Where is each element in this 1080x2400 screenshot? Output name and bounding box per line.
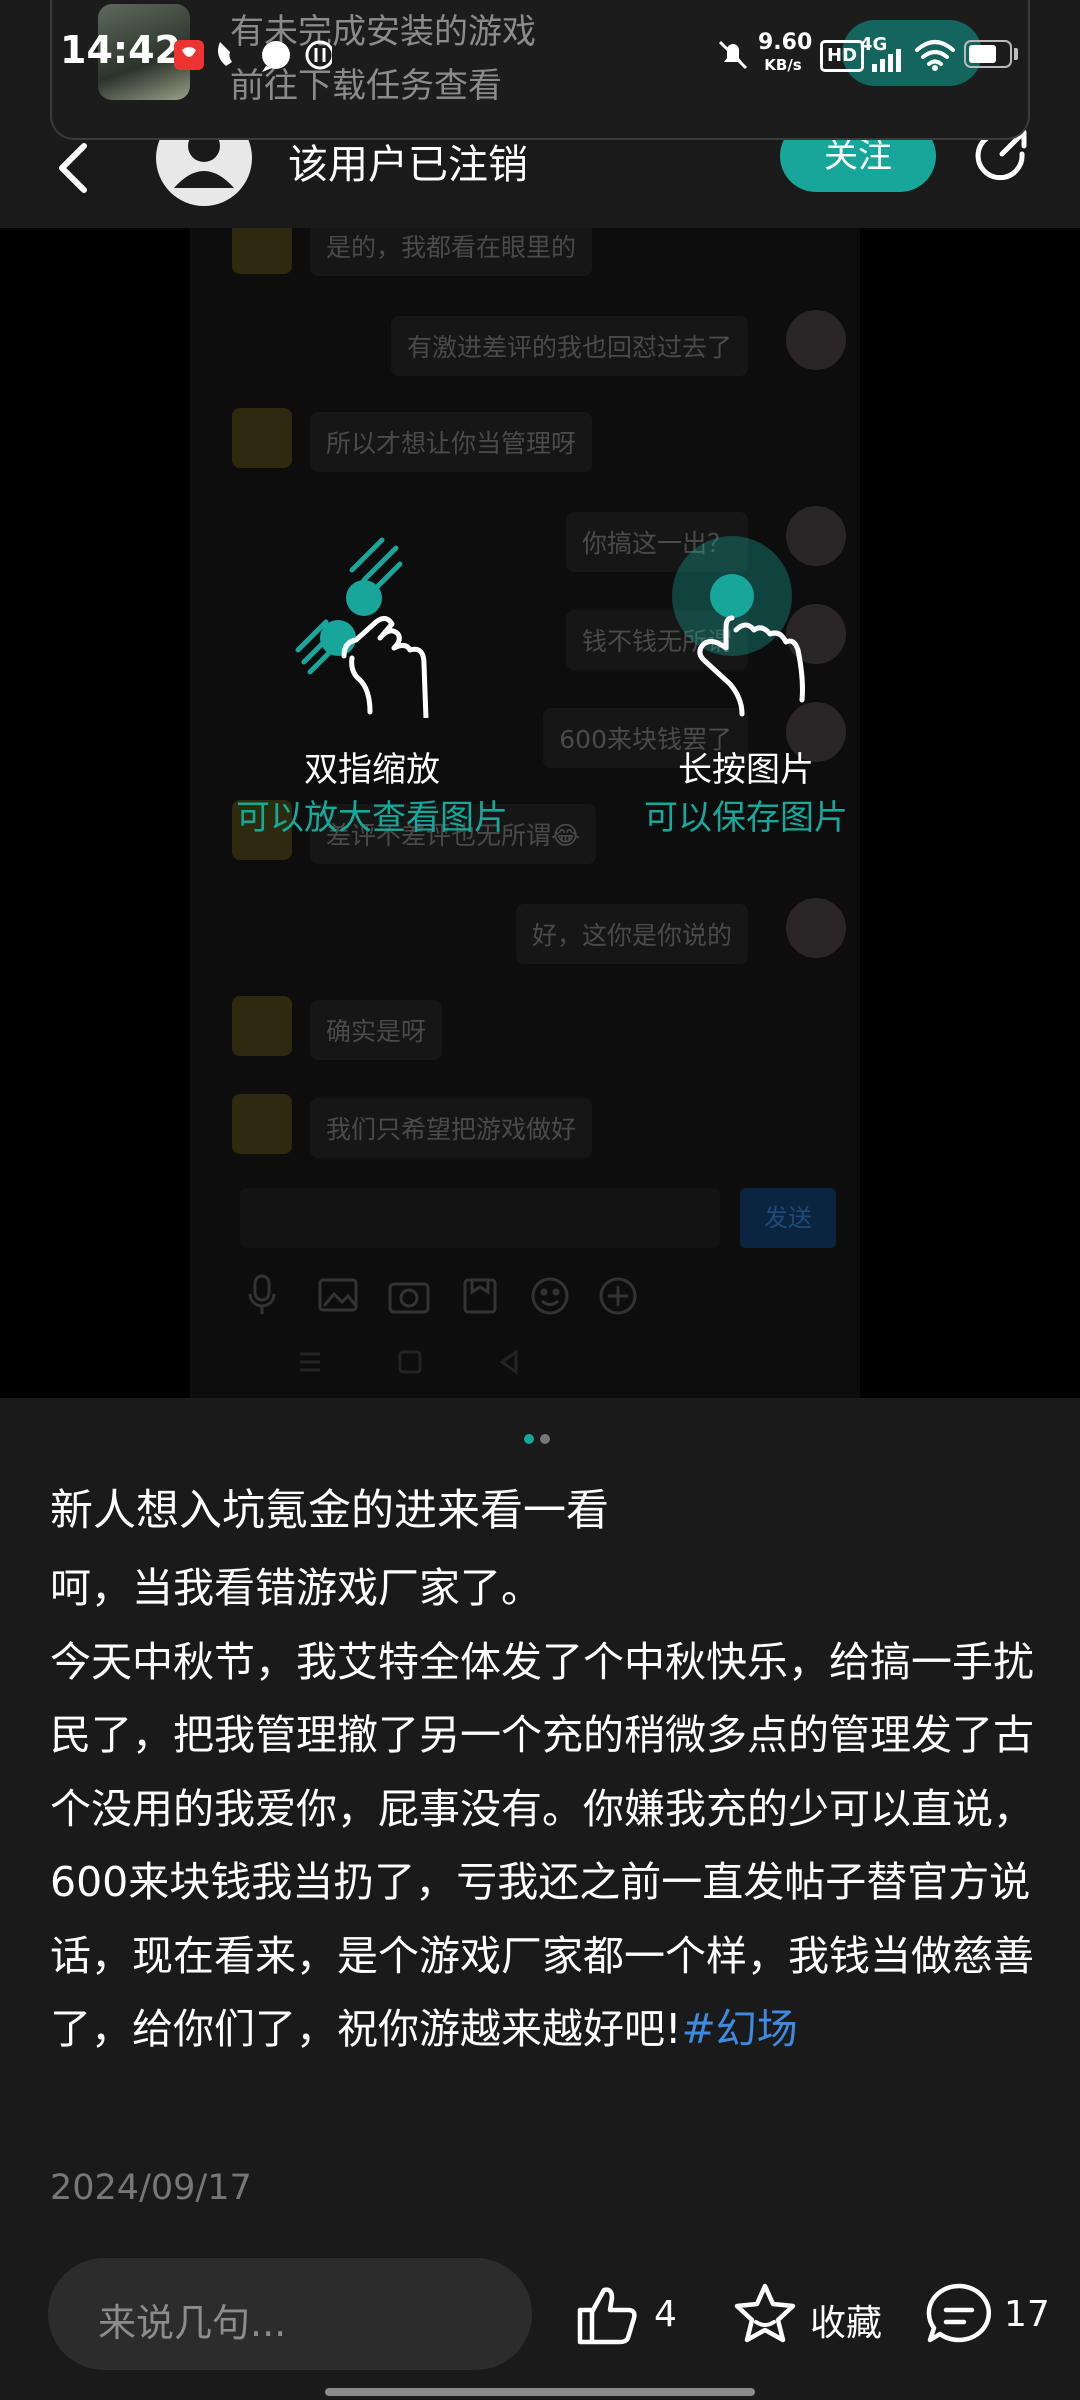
chat-avatar-left xyxy=(232,996,292,1056)
home-indicator[interactable] xyxy=(325,2388,755,2396)
chat-input-field xyxy=(240,1188,720,1248)
long-press-hint-subtitle: 可以保存图片 xyxy=(644,798,848,838)
hashtag-link[interactable]: #幻场 xyxy=(681,2005,797,2053)
chat-avatar-left xyxy=(232,228,292,274)
like-icon[interactable] xyxy=(574,2282,640,2348)
favorite-star-icon[interactable] xyxy=(730,2280,800,2350)
chat-avatar-right xyxy=(786,310,846,370)
chat-avatar-left xyxy=(232,1094,292,1154)
mute-icon xyxy=(718,40,748,70)
post-body-text: 今天中秋节，我艾特全体发了个中秋快乐，给搞一手扰民了，把我管理撤了另一个充的稍微… xyxy=(50,1637,1034,2054)
chat-message: 好，这你是你说的 xyxy=(515,904,748,964)
page-dot-active xyxy=(524,1434,534,1444)
comment-input[interactable]: 来说几句... xyxy=(48,2258,532,2370)
back-arrow-icon[interactable] xyxy=(46,128,106,208)
chat-avatar-left xyxy=(232,408,292,468)
chat-avatar-right xyxy=(786,898,846,958)
status-notification-icons xyxy=(174,40,332,72)
long-press-gesture-icon xyxy=(672,536,805,717)
network-speed: 9.60 KB/s xyxy=(758,30,813,76)
username[interactable]: 该用户已注销 xyxy=(288,132,528,190)
image-pagination xyxy=(524,1434,564,1446)
chat-message: 我们只希望把游戏做好 xyxy=(310,1098,593,1158)
network-speed-unit: KB/s xyxy=(764,56,802,74)
chat-message: 是的，我都看在眼里的 xyxy=(310,228,593,276)
hd-badge: HD xyxy=(820,40,865,72)
wifi-icon xyxy=(915,40,955,71)
post-title: 新人想入坑氪金的进来看一看 xyxy=(50,1486,609,1536)
image-viewer[interactable]: 是的，我都看在眼里的 有激进差评的我也回怼过去了 所以才想让你当管理呀 你搞这一… xyxy=(0,228,1080,1398)
post-date: 2024/09/17 xyxy=(50,2168,252,2208)
comment-count: 17 xyxy=(1004,2294,1050,2335)
pinch-hint-title: 双指缩放 xyxy=(304,750,440,790)
battery-icon xyxy=(964,40,1012,68)
favorite-label[interactable]: 收藏 xyxy=(810,2294,882,2346)
pinch-gesture-icon xyxy=(295,537,429,718)
chat-message: 有激进差评的我也回怼过去了 xyxy=(390,316,748,376)
network-speed-value: 9.60 xyxy=(758,30,813,55)
post-body-paragraph: 今天中秋节，我艾特全体发了个中秋快乐，给搞一手扰民了，把我管理撤了另一个充的稍微… xyxy=(50,1626,1040,2067)
comment-placeholder: 来说几句... xyxy=(98,2301,287,2345)
battery-level xyxy=(969,45,996,63)
chat-message: 确实是呀 xyxy=(310,1000,443,1060)
pinch-hint-subtitle: 可以放大查看图片 xyxy=(236,798,508,838)
chat-nav-bar xyxy=(300,1349,518,1375)
post-body: 呵，当我看错游戏厂家了。 今天中秋节，我艾特全体发了个中秋快乐，给搞一手扰民了，… xyxy=(50,1552,1040,2067)
comment-icon[interactable] xyxy=(924,2280,996,2350)
post-body-first-line: 呵，当我看错游戏厂家了。 xyxy=(50,1564,542,1612)
chat-toolbar-icons xyxy=(248,1274,637,1315)
battery-cap xyxy=(1014,48,1018,60)
clock: 14:42 xyxy=(60,28,181,72)
page-dot xyxy=(540,1434,550,1444)
chat-message: 所以才想让你当管理呀 xyxy=(310,412,593,472)
status-bar: 14:42 9.60 KB/s HD 4G xyxy=(0,0,1080,110)
long-press-hint-title: 长按图片 xyxy=(678,750,814,790)
chat-send-button: 发送 xyxy=(740,1188,836,1248)
like-count: 4 xyxy=(654,2294,677,2335)
cellular-signal-icon xyxy=(872,49,901,72)
